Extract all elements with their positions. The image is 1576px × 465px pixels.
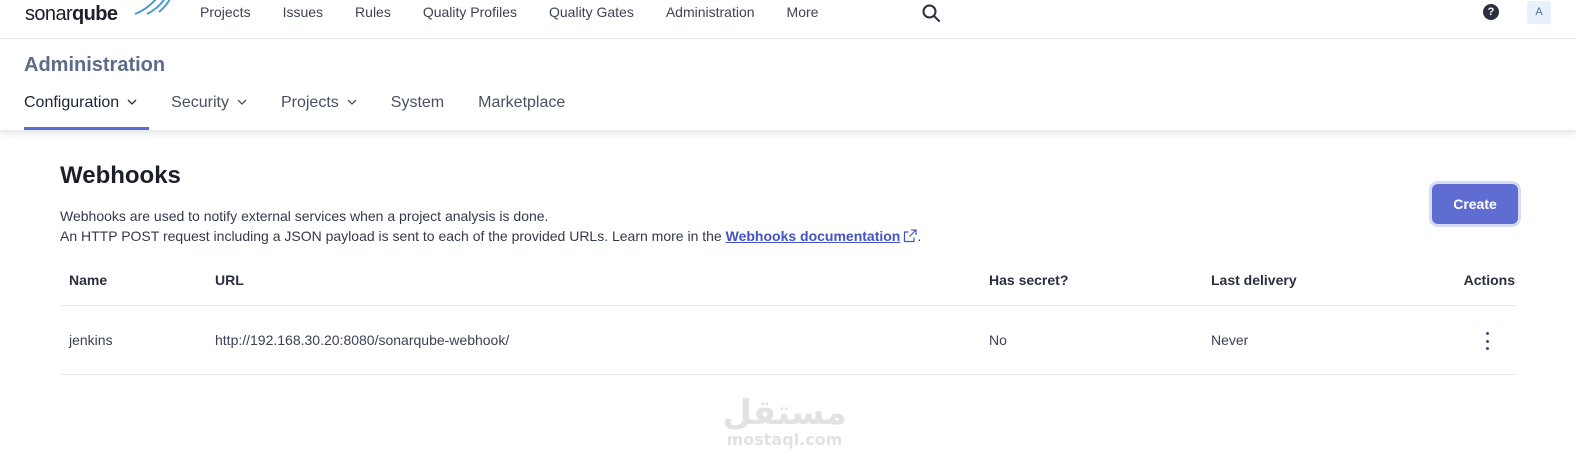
- main-menu: Projects Issues Rules Quality Profiles Q…: [200, 3, 850, 21]
- tab-label: Security: [171, 94, 229, 111]
- top-navbar: sonarqube Projects Issues Rules Quality …: [0, 0, 1576, 39]
- tab-projects[interactable]: Projects: [281, 91, 391, 131]
- table-header: Name URL Has secret? Last delivery Actio…: [60, 262, 1515, 306]
- logo-arcs-icon: [134, 0, 171, 15]
- watermark-arabic: مستقل: [722, 393, 847, 433]
- page-title: Administration: [24, 54, 166, 76]
- avatar[interactable]: A: [1527, 1, 1551, 24]
- desc-line-2: An HTTP POST request including a JSON pa…: [60, 228, 922, 244]
- tab-marketplace[interactable]: Marketplace: [478, 91, 599, 131]
- sonarqube-logo[interactable]: sonarqube: [25, 0, 171, 26]
- webhooks-documentation-link[interactable]: Webhooks documentation: [726, 228, 918, 244]
- webhook-has-secret: No: [989, 332, 1007, 348]
- tab-configuration[interactable]: Configuration: [24, 91, 171, 131]
- chevron-down-icon: [347, 99, 357, 105]
- webhook-url: http://192.168.30.20:8080/sonarqube-webh…: [215, 332, 510, 348]
- chevron-down-icon: [127, 99, 137, 105]
- row-actions-menu-icon[interactable]: [1479, 331, 1495, 351]
- nav-quality-profiles[interactable]: Quality Profiles: [423, 3, 517, 21]
- col-header-name: Name: [69, 272, 108, 288]
- table-row: jenkins http://192.168.30.20:8080/sonarq…: [60, 306, 1515, 375]
- nav-more[interactable]: More: [787, 3, 819, 21]
- webhooks-title: Webhooks: [60, 162, 181, 189]
- tab-label: Configuration: [24, 94, 120, 111]
- external-link-icon: [904, 229, 917, 243]
- active-tab-indicator: [24, 127, 149, 130]
- webhook-name: jenkins: [69, 332, 113, 348]
- tab-security[interactable]: Security: [171, 91, 281, 131]
- admin-tabs: Configuration Security Projects System M…: [24, 91, 599, 131]
- webhook-last-delivery: Never: [1211, 332, 1249, 348]
- admin-header: Administration Configuration Security Pr…: [0, 39, 1576, 131]
- nav-quality-gates[interactable]: Quality Gates: [549, 3, 634, 21]
- create-button[interactable]: Create: [1432, 184, 1518, 224]
- watermark-latin: mostaql.com: [726, 430, 843, 449]
- webhooks-table: Name URL Has secret? Last delivery Actio…: [60, 262, 1515, 375]
- nav-administration[interactable]: Administration: [666, 3, 755, 21]
- search-icon[interactable]: [921, 3, 941, 23]
- help-icon[interactable]: ?: [1483, 4, 1499, 20]
- nav-issues[interactable]: Issues: [283, 3, 323, 21]
- chevron-down-icon: [237, 99, 247, 105]
- tab-label: Projects: [280, 94, 339, 111]
- nav-rules[interactable]: Rules: [355, 3, 391, 21]
- col-header-last-delivery: Last delivery: [1211, 272, 1297, 288]
- tab-system[interactable]: System: [391, 91, 478, 131]
- col-header-url: URL: [215, 272, 244, 288]
- desc-line-1: Webhooks are used to notify external ser…: [60, 208, 549, 224]
- watermark: مستقل mostaql.com: [722, 395, 847, 455]
- logo-text: sonarqube: [25, 3, 118, 25]
- col-header-has-secret: Has secret?: [989, 272, 1069, 288]
- webhooks-description: Webhooks are used to notify external ser…: [60, 206, 921, 246]
- nav-projects[interactable]: Projects: [200, 3, 251, 21]
- tab-label: System: [390, 94, 445, 111]
- col-header-actions: Actions: [1463, 272, 1515, 288]
- tab-label: Marketplace: [478, 94, 566, 111]
